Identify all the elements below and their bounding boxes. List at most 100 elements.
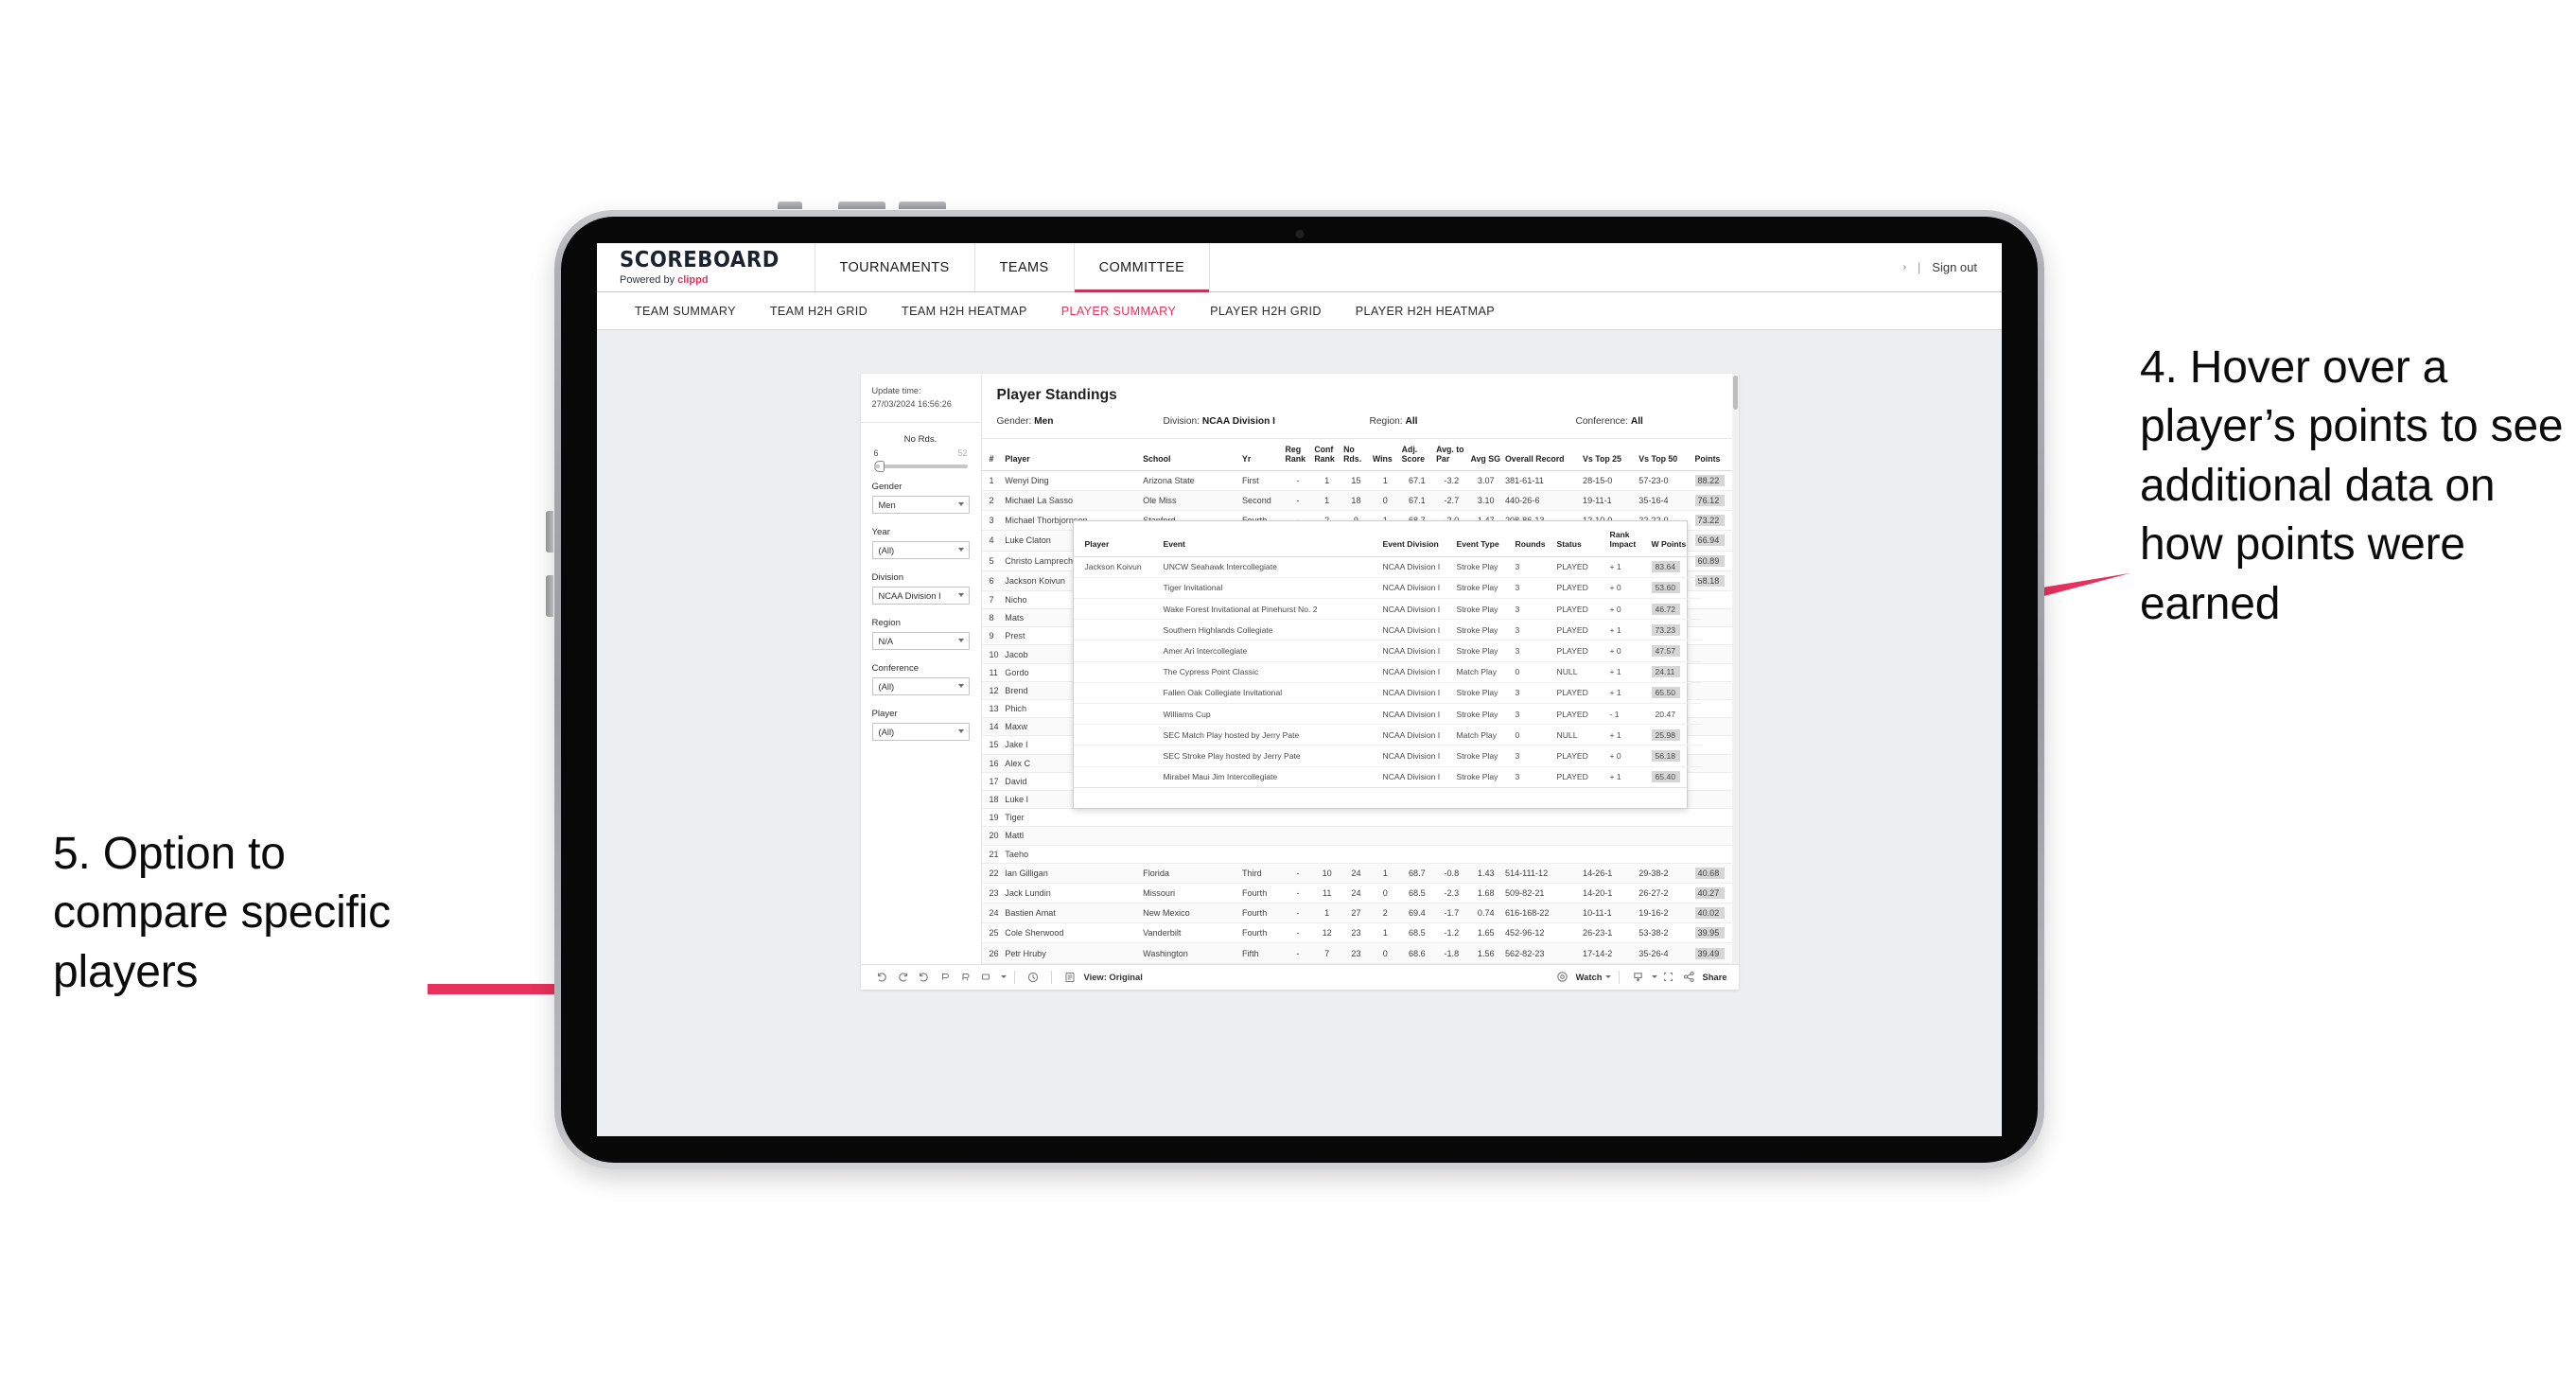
table-row[interactable]: 1 Wenyi Ding Arizona State First -1 15 1 67.1 -3… — [981, 470, 1739, 491]
table-row[interactable]: 22 Ian Gilligan Florida Third -10 24 1 68.7 -0.8… — [981, 863, 1739, 884]
slider-track[interactable] — [873, 460, 968, 472]
table-row[interactable]: 26 Petr Hruby Washington Fifth -7 23 0 68.6 -1.8… — [981, 942, 1739, 964]
col-wins[interactable]: Wins — [1370, 439, 1400, 471]
filter-player-select[interactable]: (All) — [871, 722, 970, 741]
points-badge[interactable]: 40.68 — [1694, 867, 1725, 879]
tooltip-cell-rounds: 0 — [1512, 724, 1554, 746]
chevron-right-icon[interactable]: › — [1903, 262, 1906, 272]
points-badge[interactable]: 88.22 — [1694, 474, 1725, 486]
col-adj-score[interactable]: Adj. Score — [1399, 439, 1435, 471]
filter-year-select[interactable]: (All) — [871, 540, 970, 559]
tooltip-cell-pts: 46.72 — [1648, 598, 1702, 621]
table-scrollbar[interactable] — [1731, 374, 1739, 964]
table-row[interactable]: 2 Michael La Sasso Ole Miss Second -1 18 0 67.1… — [981, 490, 1739, 512]
sign-out-button[interactable]: Sign out — [1932, 260, 1977, 274]
tooltip-cell-div: NCAA Division I — [1379, 682, 1454, 704]
points-badge[interactable]: 39.95 — [1694, 927, 1725, 939]
col-vs-top-25[interactable]: Vs Top 25 — [1581, 439, 1638, 471]
view-icon[interactable] — [1060, 967, 1080, 988]
tooltip-cell-event: UNCW Seahawk Intercollegiate — [1160, 556, 1380, 578]
table-row[interactable]: 23 Jack Lundin Missouri Fourth -11 24 0 68.5 -2.… — [981, 883, 1739, 904]
cell-num: 17 — [981, 772, 1004, 791]
cell-cr — [1312, 826, 1342, 846]
cell-rr: - — [1283, 942, 1313, 964]
col-no-rds[interactable]: No Rds. — [1341, 439, 1371, 471]
history-icon[interactable] — [1023, 967, 1043, 988]
cell-rr — [1283, 808, 1313, 828]
points-badge[interactable]: 76.12 — [1694, 495, 1725, 507]
table-row[interactable]: 24 Bastien Amat New Mexico Fourth -1 27 2 69.4-… — [981, 903, 1739, 924]
filter-year: Year (All) — [871, 527, 970, 559]
col-conf-rank[interactable]: Conf Rank — [1312, 439, 1342, 471]
redo-icon[interactable] — [893, 967, 914, 988]
share-icon[interactable] — [1678, 967, 1699, 988]
tooltip-cell-status: NULL — [1553, 661, 1607, 683]
nav-tournaments[interactable]: TOURNAMENTS — [815, 243, 975, 291]
device-layout-icon[interactable] — [976, 967, 997, 988]
tooltip-cell-status: PLAYED — [1553, 577, 1607, 600]
download-icon[interactable] — [1627, 967, 1648, 988]
cell-atp: -3.2 — [1434, 470, 1469, 491]
refresh-icon[interactable] — [935, 967, 955, 988]
filter-gender-select[interactable]: Men — [871, 495, 970, 514]
col-school[interactable]: School — [1141, 439, 1240, 471]
col-player[interactable]: Player — [1003, 439, 1142, 471]
revert-icon[interactable] — [914, 967, 935, 988]
subnav-team-summary[interactable]: TEAM SUMMARY — [618, 305, 753, 318]
pause-auto-update-icon[interactable] — [955, 967, 976, 988]
filter-conference-select[interactable]: (All) — [871, 676, 970, 695]
cell-name: Tiger — [1003, 808, 1142, 828]
chevron-down-icon[interactable] — [1605, 975, 1612, 979]
col-avg-sg[interactable]: Avg SG — [1468, 439, 1503, 471]
device-button-side-2 — [546, 575, 553, 617]
undo-icon[interactable] — [872, 967, 893, 988]
table-row[interactable]: 21 Taeho — [981, 845, 1739, 864]
table-row[interactable]: 19 Tiger — [981, 808, 1739, 828]
tooltip-cell-player — [1073, 682, 1161, 704]
nav-committee[interactable]: COMMITTEE — [1074, 243, 1211, 292]
subnav-team-h2h-heatmap[interactable]: TEAM H2H HEATMAP — [885, 305, 1044, 318]
table-row[interactable]: 25 Cole Sherwood Vanderbilt Fourth -12 23 1 68.… — [981, 922, 1739, 944]
share-label[interactable]: Share — [1702, 972, 1726, 982]
fullscreen-icon[interactable] — [1657, 967, 1678, 988]
col-vs-top-50[interactable]: Vs Top 50 — [1637, 439, 1693, 471]
subnav-team-h2h-grid[interactable]: TEAM H2H GRID — [753, 305, 885, 318]
filter-region-select[interactable]: N/A — [871, 631, 970, 650]
col-rank[interactable]: # — [981, 439, 1004, 471]
tooltip-cell-player: Jackson Koivun — [1073, 556, 1161, 578]
points-badge[interactable]: 40.27 — [1694, 886, 1725, 899]
points-badge[interactable]: 39.49 — [1694, 947, 1725, 959]
cell-school: Washington — [1141, 942, 1240, 964]
brand-logo[interactable]: SCOREBOARD Powered by clippd — [597, 243, 815, 291]
meta-conference-value: All — [1630, 416, 1643, 427]
table-scrollbar-thumb[interactable] — [1732, 376, 1738, 410]
cell-yr: Fourth — [1239, 883, 1284, 904]
chevron-down-icon[interactable] — [1000, 975, 1007, 979]
cell-w: 0 — [1370, 942, 1400, 964]
col-reg-rank[interactable]: Reg Rank — [1283, 439, 1313, 471]
col-yr[interactable]: Yr — [1239, 439, 1284, 471]
filter-division-select[interactable]: NCAA Division I — [871, 586, 970, 605]
table-row[interactable]: 20 Mattl — [981, 826, 1739, 846]
cell-t25: 10-11-1 — [1581, 903, 1638, 924]
points-badge[interactable]: 40.02 — [1694, 907, 1725, 920]
slider-thumb[interactable] — [873, 460, 885, 472]
watch-label[interactable]: Watch — [1576, 972, 1603, 982]
cell-num: 10 — [981, 644, 1004, 664]
watch-icon[interactable] — [1552, 967, 1573, 988]
tooltip-cell-div: NCAA Division I — [1382, 772, 1441, 782]
tooltip-cell-rank: - 1 — [1606, 703, 1649, 726]
w-points-badge: 53.60 — [1651, 582, 1680, 594]
subnav-player-summary[interactable]: PLAYER SUMMARY — [1044, 305, 1193, 318]
subnav-player-h2h-heatmap[interactable]: PLAYER H2H HEATMAP — [1339, 305, 1512, 318]
cell-t25: 14-26-1 — [1581, 863, 1638, 884]
col-avg-to-par[interactable]: Avg. to Par — [1434, 439, 1469, 471]
view-original-label[interactable]: View: Original — [1084, 972, 1143, 982]
col-overall-record[interactable]: Overall Record — [1502, 439, 1582, 471]
nav-teams[interactable]: TEAMS — [975, 243, 1075, 291]
standings-header-row: # Player School Yr Reg Rank Conf Rank No… — [981, 439, 1739, 471]
cell-t25: 14-20-1 — [1581, 883, 1638, 904]
subnav-player-h2h-grid[interactable]: PLAYER H2H GRID — [1193, 305, 1339, 318]
tooltip-cell-pts: 65.50 — [1648, 682, 1702, 704]
tooltip-row: The Cypress Point Classic NCAA Division I… — [1073, 661, 1702, 683]
